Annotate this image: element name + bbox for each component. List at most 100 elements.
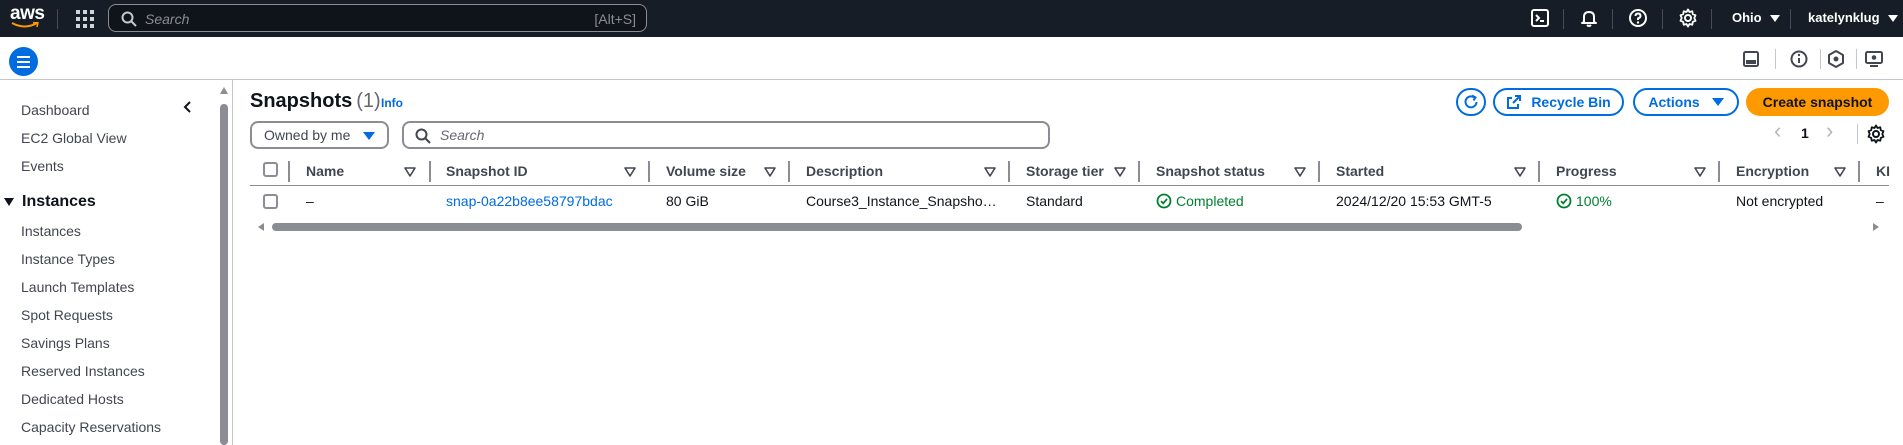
column-divider[interactable] [429, 161, 431, 182]
recycle-bin-label: Recycle Bin [1531, 94, 1611, 110]
column-divider[interactable] [1318, 161, 1320, 182]
status-text: Completed [1176, 193, 1244, 209]
column-header-progress[interactable]: Progress [1556, 163, 1617, 179]
current-page-number[interactable]: 1 [1801, 125, 1809, 141]
sidebar-item-dashboard[interactable]: Dashboard [21, 102, 90, 118]
success-check-icon [1156, 193, 1172, 209]
aws-logo[interactable]: aws [10, 3, 45, 31]
account-menu[interactable]: katelynklug [1808, 10, 1898, 25]
column-header-storage-tier[interactable]: Storage tier [1026, 163, 1104, 179]
sort-icon[interactable] [1834, 167, 1846, 177]
caret-down-icon [4, 197, 14, 206]
actions-dropdown-button[interactable]: Actions [1633, 88, 1739, 116]
sidebar-section-instances[interactable]: Instances [4, 193, 96, 211]
region-selector[interactable]: Ohio [1732, 10, 1780, 25]
nav-divider [1790, 9, 1791, 29]
page-title-text: Snapshots [250, 90, 353, 112]
sort-icon[interactable] [1294, 167, 1306, 177]
nav-divider [1563, 9, 1564, 29]
column-header-description[interactable]: Description [806, 163, 883, 179]
cloudshell-icon[interactable] [1530, 8, 1550, 28]
sidebar-item-launch-templates[interactable]: Launch Templates [21, 279, 134, 295]
sidebar-item-dedicated-hosts[interactable]: Dedicated Hosts [21, 391, 124, 407]
column-divider[interactable] [1138, 161, 1140, 182]
account-name: katelynklug [1808, 10, 1880, 25]
next-page-button[interactable]: › [1826, 118, 1833, 144]
row-select-checkbox[interactable] [263, 194, 278, 209]
column-divider [288, 161, 290, 182]
sort-icon[interactable] [984, 167, 996, 177]
column-divider[interactable] [648, 161, 650, 182]
snapshot-search-input[interactable]: Search [402, 121, 1050, 149]
sidebar-item-instance-types[interactable]: Instance Types [21, 251, 115, 267]
sort-icon[interactable] [1514, 167, 1526, 177]
sidebar-item-events[interactable]: Events [21, 158, 64, 174]
services-grid-icon[interactable] [74, 8, 94, 28]
cell-volume-size: 80 GiB [666, 193, 709, 209]
column-divider[interactable] [1858, 161, 1860, 182]
global-search-input[interactable]: Search [Alt+S] [108, 4, 647, 32]
aws-logo-text: aws [10, 3, 45, 24]
toolbar-divider [1775, 49, 1776, 69]
feedback-panel-icon[interactable] [1864, 49, 1884, 69]
column-divider[interactable] [1538, 161, 1540, 182]
column-header-started[interactable]: Started [1336, 163, 1384, 179]
help-panel-icon[interactable] [1826, 49, 1846, 69]
aws-smile-icon [11, 22, 39, 28]
recycle-bin-button[interactable]: Recycle Bin [1493, 88, 1624, 116]
sidebar-item-ec2-global-view[interactable]: EC2 Global View [21, 130, 127, 146]
search-icon [121, 11, 137, 27]
sidebar-item-savings-plans[interactable]: Savings Plans [21, 335, 110, 351]
sort-icon[interactable] [404, 167, 416, 177]
sort-icon[interactable] [1694, 167, 1706, 177]
create-snapshot-button[interactable]: Create snapshot [1746, 88, 1889, 116]
external-link-icon [1507, 95, 1522, 109]
info-panel-icon[interactable] [1789, 49, 1809, 69]
column-header-snapshot-id[interactable]: Snapshot ID [446, 163, 528, 179]
help-icon[interactable] [1628, 8, 1648, 28]
settings-gear-icon[interactable] [1678, 8, 1698, 28]
refresh-icon [1464, 94, 1478, 109]
table-horizontal-scrollbar[interactable] [272, 223, 1522, 231]
caret-down-icon [363, 132, 375, 140]
column-divider[interactable] [788, 161, 790, 182]
side-navigation-toggle-button[interactable] [9, 47, 38, 76]
sidebar-item-spot-requests[interactable]: Spot Requests [21, 307, 113, 323]
owned-by-select[interactable]: Owned by me [250, 121, 389, 149]
column-divider[interactable] [1008, 161, 1010, 182]
table-preferences-gear-icon[interactable] [1866, 124, 1886, 144]
column-divider[interactable] [1718, 161, 1720, 182]
toolbar-divider [1820, 49, 1821, 69]
notifications-bell-icon[interactable] [1579, 8, 1599, 28]
caret-down-icon [1769, 15, 1780, 23]
refresh-button[interactable] [1456, 88, 1486, 116]
sort-icon[interactable] [1114, 167, 1126, 177]
column-header-name[interactable]: Name [306, 163, 344, 179]
sidebar-scroll-up-arrow[interactable] [220, 87, 228, 94]
search-icon [415, 128, 431, 144]
item-count: (1) [356, 90, 381, 112]
sort-icon[interactable] [764, 167, 776, 177]
previous-page-button[interactable]: ‹ [1774, 118, 1781, 144]
column-header-snapshot-status[interactable]: Snapshot status [1156, 163, 1265, 179]
sort-icon[interactable] [624, 167, 636, 177]
caret-down-icon [1887, 15, 1898, 23]
scroll-left-arrow[interactable] [258, 223, 264, 231]
sidebar-scrollbar[interactable] [220, 104, 228, 445]
select-all-checkbox[interactable] [263, 162, 278, 177]
progress-text: 100% [1576, 193, 1612, 209]
sidebar-item-instances[interactable]: Instances [21, 223, 81, 239]
column-header-kms-key[interactable]: KI [1876, 163, 1890, 179]
split-panel-icon[interactable] [1741, 49, 1761, 69]
table-header-divider [250, 185, 1889, 186]
sidebar-section-label: Instances [22, 193, 96, 210]
cell-snapshot-id-link[interactable]: snap-0a22b8ee58797bdac [446, 193, 613, 209]
info-link[interactable]: Info [381, 96, 403, 110]
page-title: Snapshots (1) [250, 90, 381, 113]
column-header-volume-size[interactable]: Volume size [666, 163, 746, 179]
sidebar-item-capacity-reservations[interactable]: Capacity Reservations [21, 419, 161, 435]
collapse-chevron-left-icon[interactable] [181, 100, 195, 114]
column-header-encryption[interactable]: Encryption [1736, 163, 1809, 179]
sidebar-item-reserved-instances[interactable]: Reserved Instances [21, 363, 145, 379]
scroll-right-arrow[interactable] [1873, 223, 1879, 231]
